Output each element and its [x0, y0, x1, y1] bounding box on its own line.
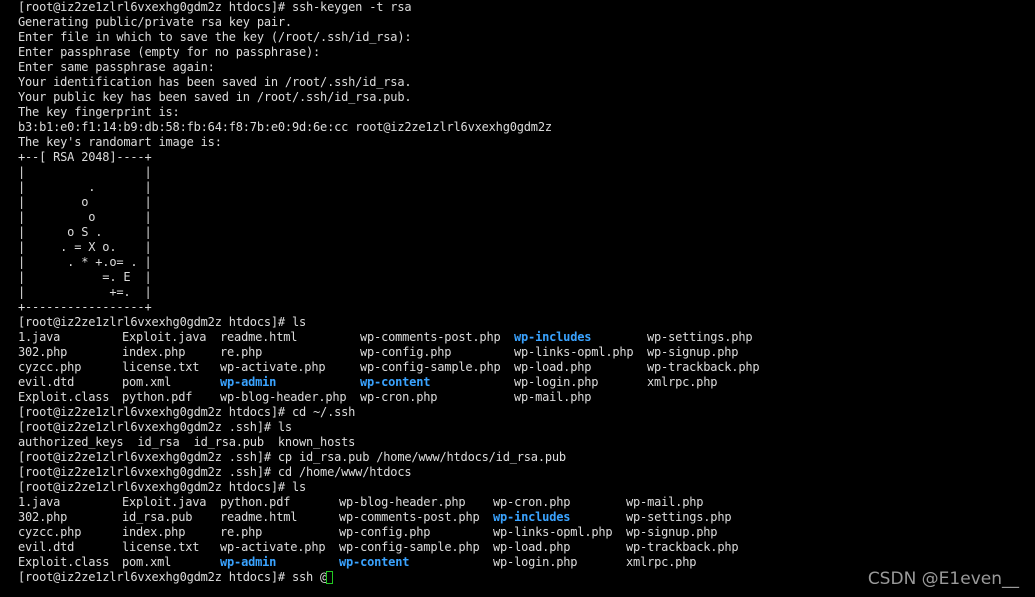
terminal-line: | o |: [18, 210, 152, 224]
file-entry: wp-comments-post.php: [360, 330, 501, 344]
csdn-watermark: CSDN @E1even__: [867, 569, 1019, 589]
terminal-line: The key's randomart image is:: [18, 135, 222, 149]
file-entry: wp-signup.php: [626, 525, 718, 539]
file-entry: readme.html: [220, 330, 298, 344]
file-entry: re.php: [220, 345, 263, 359]
directory-entry: wp-includes: [493, 510, 571, 524]
file-entry: wp-links-opml.php: [514, 345, 634, 359]
file-entry: wp-links-opml.php: [493, 525, 613, 539]
terminal-line: | . * +.o= . |: [18, 255, 152, 269]
file-entry: wp-login.php: [514, 375, 599, 389]
file-entry: index.php: [122, 345, 186, 359]
file-entry: cyzcc.php: [18, 360, 82, 374]
file-entry: wp-activate.php: [220, 360, 326, 374]
file-entry: wp-comments-post.php: [339, 510, 480, 524]
file-entry: wp-config-sample.php: [360, 360, 501, 374]
terminal-line: | o |: [18, 195, 152, 209]
file-entry: wp-blog-header.php: [339, 495, 466, 509]
file-entry: wp-activate.php: [220, 540, 326, 554]
file-entry: cyzcc.php: [18, 525, 82, 539]
prompt-text: [root@iz2ze1zlrl6vxexhg0gdm2z htdocs]# s…: [18, 570, 328, 584]
file-entry: wp-login.php: [493, 555, 578, 569]
terminal-line: Your identification has been saved in /r…: [18, 75, 412, 89]
terminal-line: [root@iz2ze1zlrl6vxexhg0gdm2z htdocs]# c…: [18, 405, 356, 419]
directory-entry: wp-includes: [514, 330, 592, 344]
file-entry: wp-mail.php: [626, 495, 704, 509]
terminal-line: Your public key has been saved in /root/…: [18, 90, 412, 104]
terminal-line: authorized_keys id_rsa id_rsa.pub known_…: [18, 435, 356, 449]
terminal-line: | o S . |: [18, 225, 152, 239]
terminal-line: [root@iz2ze1zlrl6vxexhg0gdm2z .ssh]# cp …: [18, 450, 566, 464]
directory-entry: wp-admin: [220, 375, 277, 389]
file-entry: wp-blog-header.php: [220, 390, 347, 404]
file-entry: xmlrpc.php: [626, 555, 697, 569]
file-entry: evil.dtd: [18, 540, 75, 554]
file-entry: wp-load.php: [514, 360, 592, 374]
file-entry: wp-signup.php: [647, 345, 739, 359]
file-entry: re.php: [220, 525, 263, 539]
file-entry: 302.php: [18, 510, 68, 524]
terminal-line: | +=. |: [18, 285, 152, 299]
terminal-line: [root@iz2ze1zlrl6vxexhg0gdm2z htdocs]# s…: [18, 0, 412, 14]
file-entry: wp-settings.php: [626, 510, 732, 524]
terminal-line: | . = X o. |: [18, 240, 152, 254]
file-entry: wp-cron.php: [493, 495, 571, 509]
terminal-line: [root@iz2ze1zlrl6vxexhg0gdm2z .ssh]# ls: [18, 420, 292, 434]
file-entry: wp-config.php: [360, 345, 452, 359]
file-entry: python.pdf: [122, 390, 193, 404]
terminal-line: Enter file in which to save the key (/ro…: [18, 30, 412, 44]
terminal-line: [root@iz2ze1zlrl6vxexhg0gdm2z htdocs]# l…: [18, 315, 307, 329]
file-entry: xmlrpc.php: [647, 375, 718, 389]
file-entry: license.txt: [122, 360, 200, 374]
current-prompt[interactable]: [root@iz2ze1zlrl6vxexhg0gdm2z htdocs]# s…: [18, 570, 333, 585]
file-entry: wp-mail.php: [514, 390, 592, 404]
directory-entry: wp-content: [360, 375, 431, 389]
terminal-line: [root@iz2ze1zlrl6vxexhg0gdm2z .ssh]# cd …: [18, 465, 412, 479]
file-entry: pom.xml: [122, 375, 172, 389]
file-entry: wp-config-sample.php: [339, 540, 480, 554]
terminal-line: Enter passphrase (empty for no passphras…: [18, 45, 321, 59]
terminal-window[interactable]: [root@iz2ze1zlrl6vxexhg0gdm2z htdocs]# s…: [0, 0, 1035, 597]
file-entry: Exploit.class: [18, 390, 110, 404]
terminal-line: Generating public/private rsa key pair.: [18, 15, 292, 29]
file-entry: license.txt: [122, 540, 200, 554]
terminal-line: | |: [18, 165, 152, 179]
file-entry: index.php: [122, 525, 186, 539]
file-entry: Exploit.java: [122, 330, 207, 344]
file-entry: id_rsa.pub: [122, 510, 193, 524]
file-entry: Exploit.class: [18, 555, 110, 569]
file-entry: wp-load.php: [493, 540, 571, 554]
terminal-line: +-----------------+: [18, 300, 152, 314]
file-entry: 1.java: [18, 330, 61, 344]
file-entry: 302.php: [18, 345, 68, 359]
file-entry: Exploit.java: [122, 495, 207, 509]
file-entry: evil.dtd: [18, 375, 75, 389]
terminal-line: +--[ RSA 2048]----+: [18, 150, 152, 164]
text-cursor: [326, 571, 333, 584]
terminal-line: | =. E |: [18, 270, 152, 284]
terminal-line: Enter same passphrase again:: [18, 60, 215, 74]
file-entry: wp-trackback.php: [626, 540, 739, 554]
file-entry: wp-cron.php: [360, 390, 438, 404]
terminal-line: | . |: [18, 180, 152, 194]
file-entry: python.pdf: [220, 495, 291, 509]
terminal-line: b3:b1:e0:f1:14:b9:db:58:fb:64:f8:7b:e0:9…: [18, 120, 552, 134]
file-entry: pom.xml: [122, 555, 172, 569]
directory-entry: wp-content: [339, 555, 410, 569]
file-entry: wp-settings.php: [647, 330, 753, 344]
file-entry: readme.html: [220, 510, 298, 524]
directory-entry: wp-admin: [220, 555, 277, 569]
file-entry: wp-trackback.php: [647, 360, 760, 374]
terminal-line: The key fingerprint is:: [18, 105, 180, 119]
file-entry: wp-config.php: [339, 525, 431, 539]
terminal-line: [root@iz2ze1zlrl6vxexhg0gdm2z htdocs]# l…: [18, 480, 307, 494]
file-entry: 1.java: [18, 495, 61, 509]
